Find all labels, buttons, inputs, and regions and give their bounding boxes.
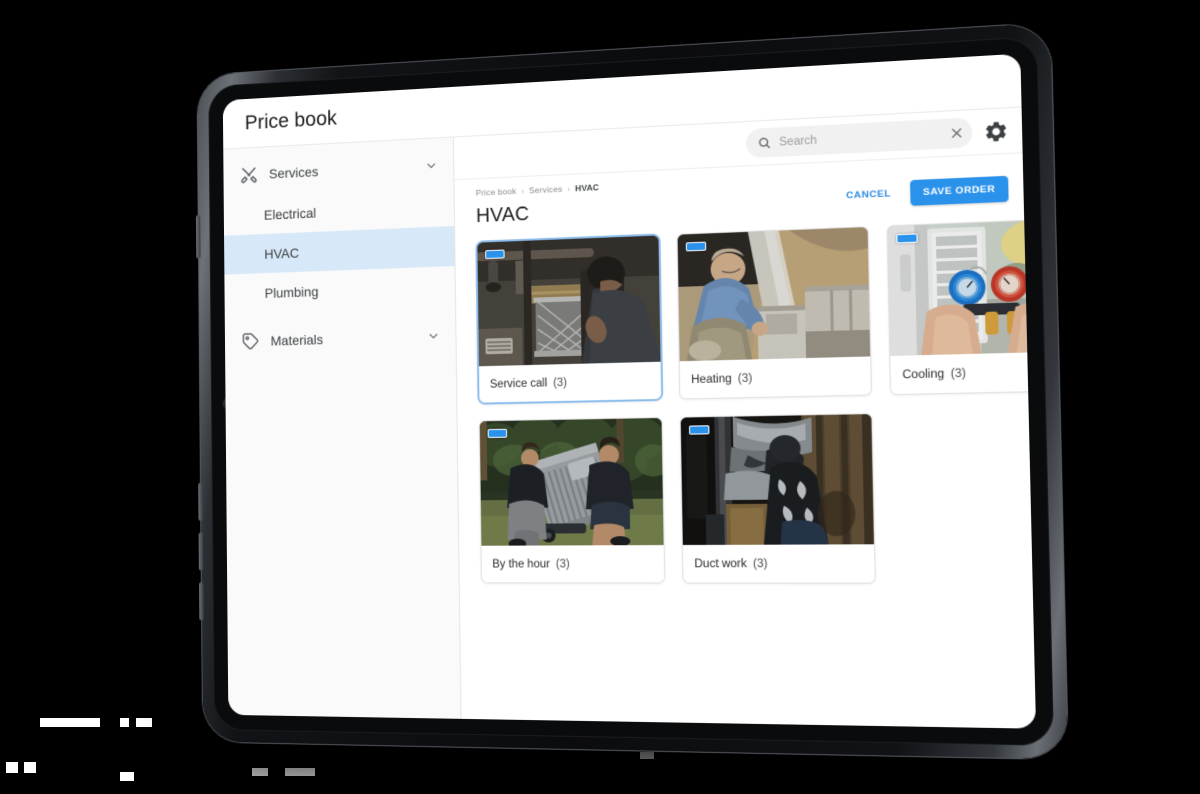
sidebar-item-label: Plumbing bbox=[264, 283, 319, 301]
sidebar-item-plumbing[interactable]: Plumbing bbox=[224, 266, 455, 314]
tag-icon bbox=[241, 332, 259, 352]
card-badge-icon bbox=[485, 249, 505, 260]
search-placeholder: Search bbox=[779, 134, 818, 149]
cancel-button[interactable]: CANCEL bbox=[837, 182, 899, 208]
volume-down-button[interactable] bbox=[198, 532, 204, 571]
volume-up-button[interactable] bbox=[198, 482, 204, 521]
card-label: Service call (3) bbox=[479, 361, 662, 403]
card-label: By the hour (3) bbox=[481, 545, 665, 583]
card-title: Cooling bbox=[902, 367, 945, 381]
sidebar-group-label: Services bbox=[268, 163, 319, 182]
sidebar-item-label: Electrical bbox=[263, 204, 317, 223]
card-badge-icon bbox=[896, 233, 918, 244]
category-card-grid: Service call (3) Heating (3) Cooling (3)… bbox=[455, 205, 1037, 729]
category-card-by-the-hour[interactable]: By the hour (3) bbox=[478, 416, 666, 584]
search-icon bbox=[757, 136, 771, 150]
sidebar-group-label: Materials bbox=[270, 331, 324, 349]
card-count: (3) bbox=[752, 557, 768, 570]
page-title: Price book bbox=[244, 106, 337, 134]
card-badge-icon bbox=[487, 428, 508, 438]
refrigerant-manifold-gauges-photo bbox=[887, 218, 1037, 356]
hvac-filter-replacement-photo bbox=[477, 235, 661, 367]
save-order-button[interactable]: SAVE ORDER bbox=[909, 175, 1009, 206]
card-label: Cooling (3) bbox=[890, 350, 1037, 395]
bg-artifact bbox=[120, 718, 129, 727]
workers-moving-condenser-photo bbox=[479, 418, 664, 546]
side-button[interactable] bbox=[198, 582, 204, 621]
bg-artifact bbox=[285, 768, 315, 776]
bg-artifact bbox=[120, 772, 134, 781]
gear-icon[interactable] bbox=[983, 118, 1010, 144]
sidebar: Services Electrical HVAC Plumbing Materi… bbox=[223, 137, 462, 719]
sidebar-item-label: HVAC bbox=[264, 244, 300, 262]
bg-artifact bbox=[252, 768, 268, 776]
search-input[interactable]: Search bbox=[745, 117, 973, 159]
bg-artifact bbox=[6, 762, 18, 773]
bg-artifact bbox=[40, 718, 100, 727]
bg-artifact bbox=[640, 752, 654, 759]
card-count: (3) bbox=[950, 367, 966, 380]
card-label: Duct work (3) bbox=[682, 544, 875, 583]
close-icon[interactable] bbox=[950, 126, 964, 140]
tablet-device: Price book Services Electrical HVAC Plum… bbox=[178, 22, 1068, 760]
category-card-cooling[interactable]: Cooling (3) bbox=[886, 217, 1037, 396]
app-screen: Price book Services Electrical HVAC Plum… bbox=[222, 53, 1037, 729]
card-count: (3) bbox=[553, 376, 568, 389]
bg-artifact bbox=[24, 762, 36, 773]
power-button[interactable] bbox=[195, 214, 201, 259]
tools-icon bbox=[240, 165, 258, 185]
scene: Price book Services Electrical HVAC Plum… bbox=[0, 0, 1200, 794]
card-title: Service call bbox=[489, 376, 548, 391]
bg-artifact bbox=[136, 718, 152, 727]
breadcrumb-separator: › bbox=[521, 186, 525, 196]
card-count: (3) bbox=[737, 372, 753, 385]
content-area: Search Price book › Services › HVAC HVAC… bbox=[453, 107, 1037, 729]
